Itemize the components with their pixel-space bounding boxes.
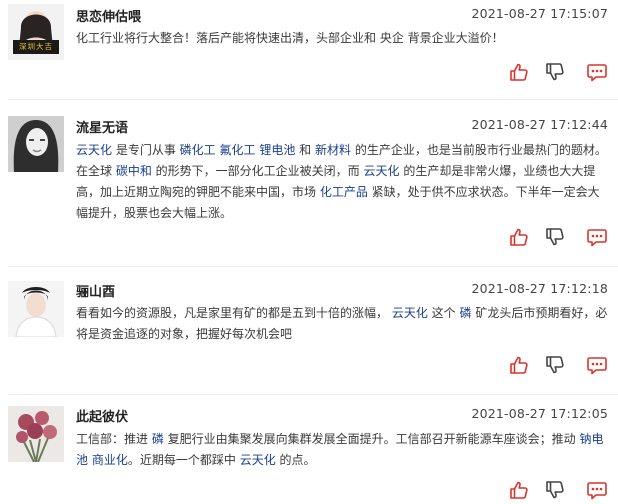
stock-keyword-link[interactable]: 磷 <box>459 306 471 320</box>
comment-author[interactable]: 流星无语 <box>76 117 128 136</box>
comment-text-segment: 复肥行业由集聚发展向集群发展全面提升。工信部召开新能源车座谈会；推动 <box>163 432 580 446</box>
stock-keyword-link[interactable]: 磷 <box>152 432 164 446</box>
thumbs-down-icon[interactable] <box>544 61 566 83</box>
thumbs-up-icon[interactable] <box>508 226 530 248</box>
comment-actions <box>508 479 608 501</box>
stock-keyword-link[interactable]: 商业化 <box>92 453 128 467</box>
thumbs-up-icon[interactable] <box>508 354 530 376</box>
comment-text-segment: 工信部：推进 <box>76 432 152 446</box>
comment-item: 此起彼伏 2021-08-27 17:12:05 工信部：推进 磷 复肥行业由集… <box>0 395 618 504</box>
stock-keyword-link[interactable]: 云天化 <box>240 453 276 467</box>
comment-text: 看看如今的资源股，凡是家里有矿的都是五到十倍的涨幅， 云天化 这个 磷 矿龙头后… <box>76 303 608 345</box>
stock-keyword-link[interactable]: 云天化 <box>76 143 112 157</box>
avatar[interactable]: 深圳大吉 <box>8 4 64 60</box>
comment-author[interactable]: 思恋伸估喂 <box>76 6 141 25</box>
thumbs-up-icon[interactable] <box>508 479 530 501</box>
stock-keyword-link[interactable]: 化工产品 <box>320 185 368 199</box>
thumbs-up-icon[interactable] <box>508 61 530 83</box>
comment-text-segment: 这个 <box>427 306 460 320</box>
stock-keyword-link[interactable]: 氟化工 <box>220 143 256 157</box>
thumbs-down-icon[interactable] <box>544 226 566 248</box>
comment-actions <box>508 61 608 83</box>
stock-keyword-link[interactable]: 新材料 <box>315 143 351 157</box>
speech-bubble-icon[interactable] <box>586 354 608 376</box>
avatar-badge: 深圳大吉 <box>19 42 53 51</box>
comment-text: 化工行业将行大整合！落后产能将快速出清，头部企业和 央企 背景企业大溢价！ <box>76 28 608 49</box>
stock-keyword-link[interactable]: 云天化 <box>363 164 399 178</box>
thumbs-down-icon[interactable] <box>544 479 566 501</box>
comment-text-segment: 。近期每一个都踩中 <box>127 453 240 467</box>
stock-keyword-link[interactable]: 锂电池 <box>259 143 295 157</box>
avatar-image <box>8 116 64 172</box>
comment-text-segment: 看看如今的资源股，凡是家里有矿的都是五到十倍的涨幅， <box>76 306 392 320</box>
stock-keyword-link[interactable]: 磷化工 <box>180 143 216 157</box>
comment-actions <box>508 354 608 376</box>
comment-text-segment: 化工行业将行大整合！落后产能将快速出清，头部企业和 央企 背景企业大溢价！ <box>76 31 504 45</box>
speech-bubble-icon[interactable] <box>586 61 608 83</box>
comment-actions <box>508 226 608 248</box>
avatar-image <box>8 281 64 337</box>
comment-item: 流星无语 2021-08-27 17:12:44 云天化 是专门从事 磷化工 氟… <box>0 100 618 267</box>
comment-timestamp: 2021-08-27 17:12:44 <box>471 117 608 132</box>
avatar[interactable] <box>8 116 64 172</box>
comment-author[interactable]: 此起彼伏 <box>76 406 128 425</box>
comment-author[interactable]: 骊山酉 <box>76 281 115 300</box>
comment-text-segment: 的形势下，一部分化工企业被关闭，而 <box>151 164 364 178</box>
comment-text-segment: 的点。 <box>275 453 316 467</box>
avatar-image <box>8 406 64 462</box>
comment-item: 骊山酉 2021-08-27 17:12:18 看看如今的资源股，凡是家里有矿的… <box>0 267 618 395</box>
comment-timestamp: 2021-08-27 17:12:05 <box>471 406 608 421</box>
comment-text: 工信部：推进 磷 复肥行业由集聚发展向集群发展全面提升。工信部召开新能源车座谈会… <box>76 429 608 471</box>
comment-timestamp: 2021-08-27 17:15:07 <box>471 6 608 21</box>
comment-timestamp: 2021-08-27 17:12:18 <box>471 281 608 296</box>
comment-feed: 深圳大吉 思恋伸估喂 2021-08-27 17:15:07 化工行业将行大整合… <box>0 0 618 504</box>
speech-bubble-icon[interactable] <box>586 479 608 501</box>
comment-text-segment: 是专门从事 <box>112 143 180 157</box>
stock-keyword-link[interactable]: 云天化 <box>392 306 428 320</box>
stock-keyword-link[interactable]: 碳中和 <box>116 164 152 178</box>
thumbs-down-icon[interactable] <box>544 354 566 376</box>
avatar[interactable] <box>8 281 64 337</box>
comment-text: 云天化 是专门从事 磷化工 氟化工 锂电池 和 新材料 的生产企业，也是当前股市… <box>76 140 608 224</box>
speech-bubble-icon[interactable] <box>586 226 608 248</box>
comment-text-segment: 和 <box>295 143 315 157</box>
avatar[interactable] <box>8 406 64 462</box>
comment-item: 深圳大吉 思恋伸估喂 2021-08-27 17:15:07 化工行业将行大整合… <box>0 0 618 100</box>
